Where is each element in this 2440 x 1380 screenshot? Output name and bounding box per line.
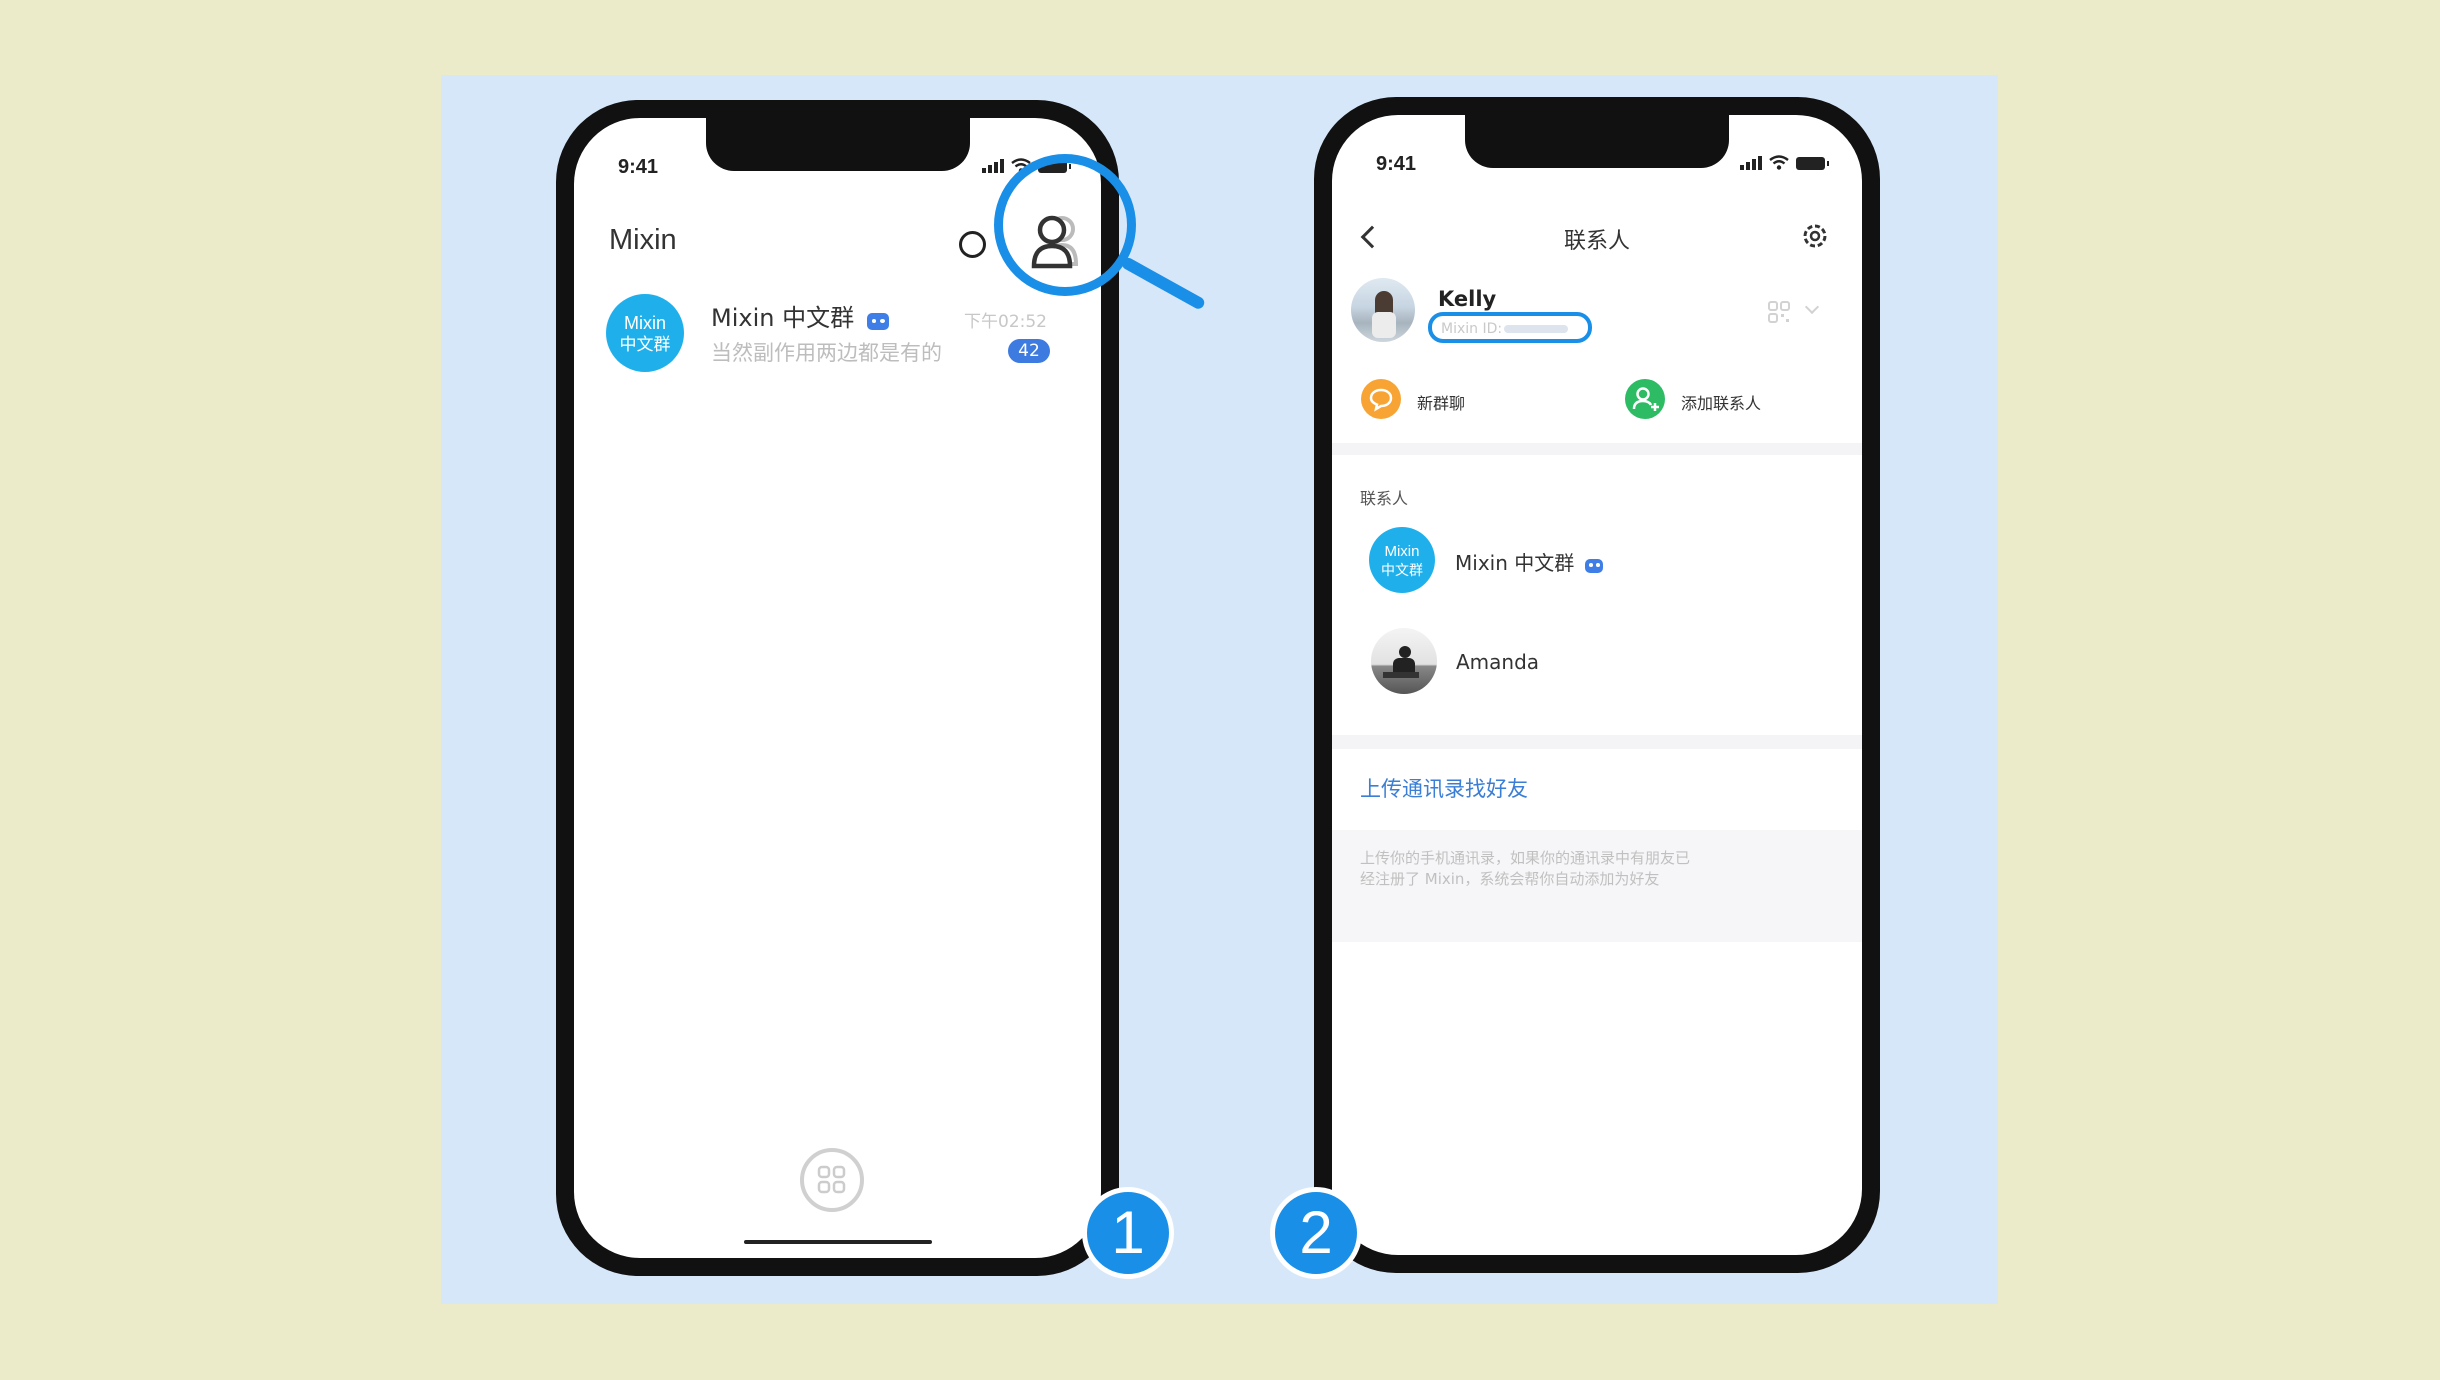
app-title: Mixin [609, 224, 677, 256]
chevron-down-icon[interactable] [1804, 299, 1820, 315]
contact-name: Mixin 中文群 [1455, 551, 1575, 575]
magnifier-highlight [994, 154, 1136, 296]
magnifier-handle [1120, 255, 1207, 311]
signal-icon [1740, 156, 1762, 170]
search-icon[interactable] [959, 231, 986, 258]
new-group-icon [1361, 379, 1401, 419]
tutorial-panel: 9:41 Mixin Mixin 中文群 Mixin 中文群 下午02:52 当… [441, 75, 1998, 1304]
status-time: 9:41 [1376, 153, 1417, 175]
avatar-line-2: 中文群 [619, 334, 671, 354]
page-title: 联系人 [1563, 229, 1630, 254]
section-label: 联系人 [1360, 489, 1409, 508]
phone-right: 9:41 联系人 Kelly Mixin ID: 新群聊 添加联系人 联系人 M… [1314, 97, 1880, 1273]
mixin-id-label: Mixin ID: [1441, 321, 1503, 337]
bottom-apps-button[interactable] [800, 1148, 864, 1212]
section-divider [1332, 443, 1862, 455]
right-screen: 9:41 联系人 Kelly Mixin ID: 新群聊 添加联系人 联系人 M… [1332, 115, 1862, 1255]
contact-name: Amanda [1456, 650, 1540, 674]
signal-icon [982, 159, 1004, 173]
home-indicator [744, 1240, 932, 1244]
add-contact-icon [1625, 379, 1665, 419]
qr-code-icon[interactable] [1767, 300, 1791, 324]
contact-avatar: Mixin 中文群 [1369, 527, 1435, 593]
avatar-line-1: Mixin [1384, 542, 1420, 560]
unread-badge: 42 [1008, 339, 1050, 363]
battery-icon [1796, 157, 1829, 170]
chat-preview: 当然副作用两边都是有的 [711, 341, 942, 365]
upload-desc-line-2: 经注册了 Mixin，系统会帮你自动添加为好友 [1360, 870, 1660, 888]
profile-avatar [1351, 278, 1415, 342]
section-divider [1332, 735, 1862, 749]
mixin-id-highlight: Mixin ID: [1428, 312, 1592, 343]
avatar-line-1: Mixin [623, 312, 666, 333]
chat-name-row: Mixin 中文群 [711, 298, 890, 333]
profile-name: Kelly [1438, 287, 1497, 311]
bot-badge-icon [867, 313, 890, 330]
status-icons [1740, 155, 1829, 170]
upload-description: 上传你的手机通讯录，如果你的通讯录中有朋友已 经注册了 Mixin，系统会帮你自… [1332, 830, 1862, 942]
bot-badge-icon [1585, 558, 1604, 573]
add-contact-label: 添加联系人 [1681, 394, 1762, 413]
wifi-icon [1769, 155, 1789, 170]
contact-avatar [1371, 628, 1437, 694]
new-group-label: 新群聊 [1417, 394, 1466, 413]
notch [1465, 115, 1729, 168]
upload-desc-line-1: 上传你的手机通讯录，如果你的通讯录中有朋友已 [1360, 849, 1691, 867]
apps-grid-icon [817, 1165, 846, 1194]
chat-time: 下午02:52 [964, 312, 1047, 332]
notch [706, 118, 970, 171]
contact-name-row: Mixin 中文群 [1455, 547, 1604, 576]
settings-gear-icon[interactable] [1800, 221, 1830, 251]
step-number-2: 2 [1270, 1187, 1362, 1279]
step-number-1: 1 [1082, 1187, 1174, 1279]
status-time: 9:41 [618, 156, 659, 178]
left-screen: 9:41 Mixin Mixin 中文群 Mixin 中文群 下午02:52 当… [574, 118, 1101, 1258]
upload-contacts-link[interactable]: 上传通讯录找好友 [1360, 773, 1528, 803]
chat-avatar: Mixin 中文群 [606, 294, 684, 372]
chat-name: Mixin 中文群 [711, 304, 855, 332]
mixin-id-blurred [1504, 325, 1568, 333]
avatar-line-2: 中文群 [1381, 561, 1423, 578]
